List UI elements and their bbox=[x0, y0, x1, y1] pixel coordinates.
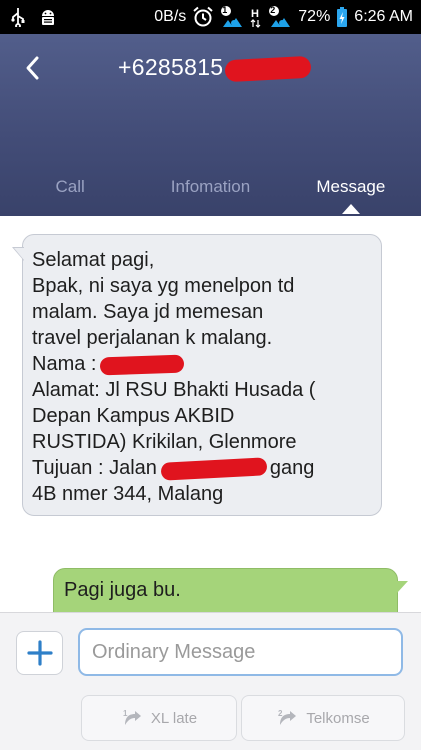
conversation-header: +6285815 Call Infomation Message bbox=[0, 34, 421, 216]
tab-call[interactable]: Call bbox=[0, 172, 140, 212]
sim1-send-icon: 1 bbox=[123, 709, 141, 725]
message-line: Alamat: Jl RSU Bhakti Husada ( bbox=[32, 379, 316, 401]
send-sim1-button[interactable]: 1 XL late bbox=[81, 695, 237, 741]
sim2-badge: 2 bbox=[270, 5, 276, 15]
data-rate-text: 0B/s bbox=[154, 8, 187, 25]
battery-charging-icon bbox=[336, 6, 348, 28]
back-button[interactable] bbox=[14, 50, 50, 86]
contact-number-title: +6285815 bbox=[118, 54, 312, 83]
message-line: Selamat pagi, bbox=[32, 249, 155, 271]
redaction-mark bbox=[160, 456, 268, 481]
message-line: Bpak, ni saya yg menelpon td bbox=[32, 275, 295, 297]
message-line: 4B nmer 344, Malang bbox=[32, 483, 224, 505]
message-text: gang bbox=[269, 457, 315, 479]
alarm-clock-icon bbox=[192, 6, 214, 28]
redaction-mark bbox=[224, 55, 312, 83]
clock-time: 6:26 AM bbox=[354, 8, 413, 25]
message-thread[interactable]: Selamat pagi, Bpak, ni saya yg menelpon … bbox=[0, 216, 421, 612]
sim1-badge: 1 bbox=[222, 5, 228, 15]
tab-information[interactable]: Infomation bbox=[140, 172, 280, 212]
status-bar: 0B/s 1 H 2 72% 6:26 AM bbox=[0, 0, 421, 34]
incoming-message-bubble[interactable]: Selamat pagi, Bpak, ni saya yg menelpon … bbox=[12, 234, 382, 516]
sim2-signal-icon: 2 bbox=[268, 5, 292, 28]
android-debug-icon bbox=[38, 7, 58, 27]
contact-number: +6285815 bbox=[118, 54, 224, 80]
message-composer: 1 XL late 2 Telkomse bbox=[0, 612, 421, 750]
active-tab-indicator bbox=[342, 204, 360, 214]
add-attachment-button[interactable] bbox=[16, 631, 63, 675]
svg-text:2: 2 bbox=[278, 709, 283, 718]
send-sim2-label: Telkomse bbox=[306, 709, 370, 727]
message-line: RUSTIDA) Krikilan, Glenmore bbox=[32, 431, 297, 453]
svg-text:1: 1 bbox=[123, 709, 128, 718]
h-data-icon: H bbox=[250, 6, 262, 28]
message-text: Tujuan : Jalan bbox=[32, 457, 157, 479]
message-line: malam. Saya jd memesan bbox=[32, 301, 264, 323]
send-sim1-label: XL late bbox=[150, 709, 198, 727]
send-sim2-button[interactable]: 2 Telkomse bbox=[241, 695, 405, 741]
redaction-mark bbox=[100, 354, 185, 376]
message-line-destination: Tujuan : Jalan gang bbox=[32, 455, 371, 481]
message-line-name: Nama : bbox=[32, 351, 371, 377]
plus-icon bbox=[26, 640, 53, 666]
message-line: travel perjalanan k malang. bbox=[32, 327, 273, 349]
chevron-left-icon bbox=[26, 56, 39, 80]
usb-icon bbox=[10, 7, 26, 27]
svg-text:H: H bbox=[251, 8, 259, 20]
message-input[interactable] bbox=[78, 628, 403, 676]
message-text: Pagi juga bu. bbox=[64, 579, 181, 601]
sim2-send-icon: 2 bbox=[278, 709, 297, 725]
battery-percent: 72% bbox=[298, 8, 331, 25]
outgoing-message-bubble[interactable]: Pagi juga bu. bbox=[53, 568, 408, 612]
message-text: Nama : bbox=[32, 353, 97, 375]
message-line: Depan Kampus AKBID bbox=[32, 405, 235, 427]
sim1-signal-icon: 1 bbox=[220, 5, 244, 28]
